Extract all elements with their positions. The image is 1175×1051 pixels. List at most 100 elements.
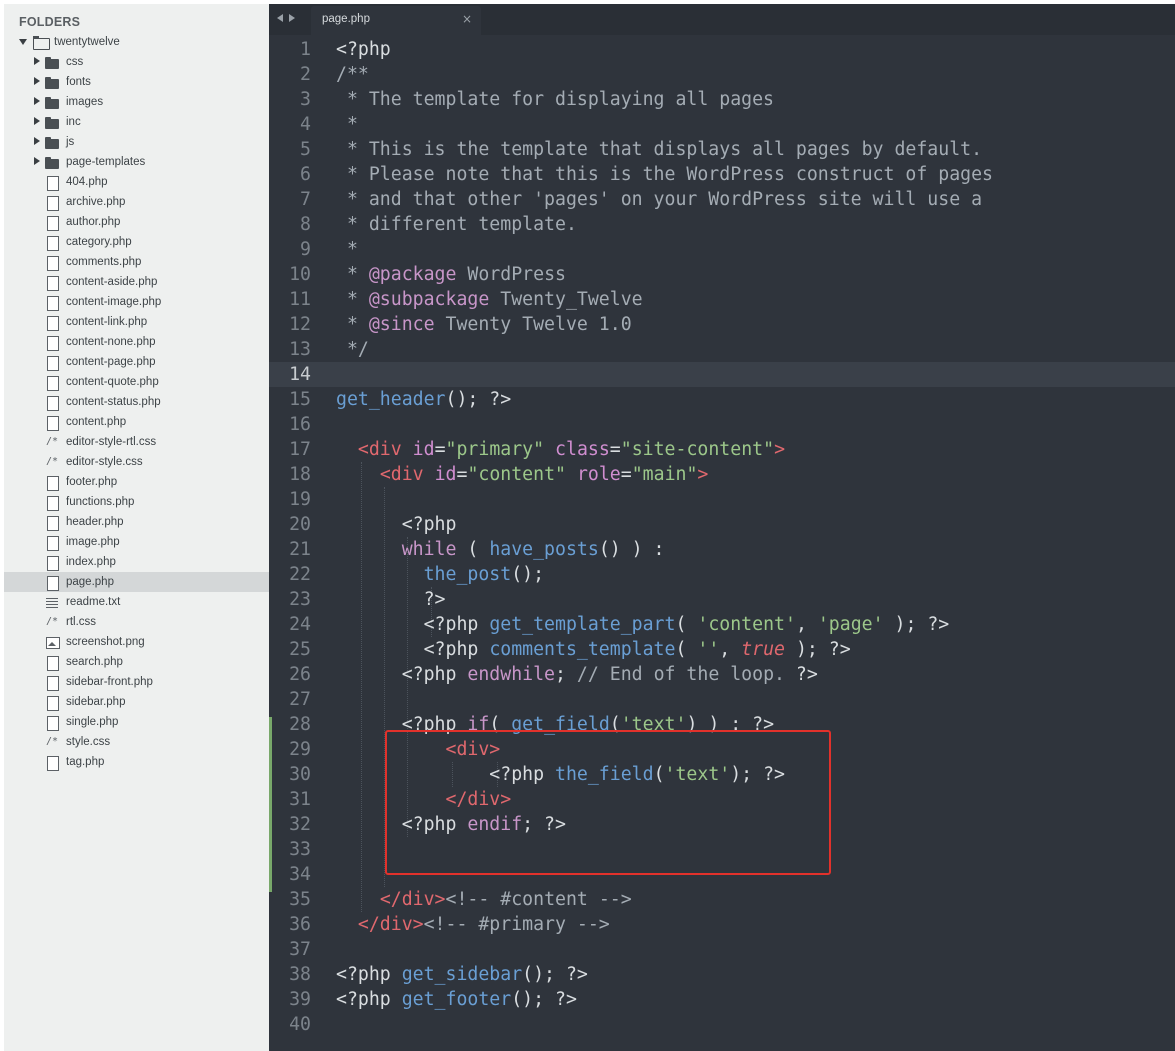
tree-item-comments-php[interactable]: comments.php bbox=[4, 252, 269, 272]
tree-root-label: twentytwelve bbox=[54, 36, 120, 48]
line-number: 5 bbox=[300, 139, 311, 160]
tab-prev-icon[interactable] bbox=[277, 14, 283, 22]
tree-item-category-php[interactable]: category.php bbox=[4, 232, 269, 252]
tree-item-js[interactable]: js bbox=[4, 132, 269, 152]
code-token: // End of the loop. bbox=[576, 664, 785, 685]
line-source: <?php get_sidebar(); ?> bbox=[336, 962, 588, 987]
tree-item-content-aside-php[interactable]: content-aside.php bbox=[4, 272, 269, 292]
line-source: <?php get_footer(); ?> bbox=[336, 987, 577, 1012]
tree-item-404-php[interactable]: 404.php bbox=[4, 172, 269, 192]
chevron-right-icon[interactable] bbox=[32, 52, 42, 72]
line-number: 32 bbox=[289, 814, 311, 835]
line-number: 10 bbox=[289, 264, 311, 285]
code-token: "content" bbox=[467, 464, 566, 485]
tree-item-image-php[interactable]: image.php bbox=[4, 532, 269, 552]
tree-item-footer-php[interactable]: footer.php bbox=[4, 472, 269, 492]
code-token: "main" bbox=[631, 464, 698, 485]
line-source: <?php bbox=[336, 37, 391, 62]
tree-item-archive-php[interactable]: archive.php bbox=[4, 192, 269, 212]
line-number: 24 bbox=[289, 614, 311, 635]
tree-item-content-image-php[interactable]: content-image.php bbox=[4, 292, 269, 312]
file-icon bbox=[45, 752, 61, 772]
tree-item-page-php[interactable]: page.php bbox=[4, 572, 269, 592]
tree-item-fonts[interactable]: fonts bbox=[4, 72, 269, 92]
tab-label: page.php bbox=[322, 13, 370, 25]
tree-item-tag-php[interactable]: tag.php bbox=[4, 752, 269, 772]
tree-item-label: author.php bbox=[66, 216, 121, 228]
chevron-right-icon[interactable] bbox=[32, 132, 42, 152]
tree-item-search-php[interactable]: search.php bbox=[4, 652, 269, 672]
code-token: '' bbox=[697, 639, 720, 660]
line-source: * bbox=[336, 112, 358, 137]
line-number: 35 bbox=[289, 889, 311, 910]
tree-item-functions-php[interactable]: functions.php bbox=[4, 492, 269, 512]
line-number: 28 bbox=[289, 714, 311, 735]
tree-item-css[interactable]: css bbox=[4, 52, 269, 72]
tab-page-php[interactable]: page.php × bbox=[311, 6, 481, 35]
code-token: comments_template bbox=[489, 639, 676, 660]
code-token: @since bbox=[368, 314, 435, 335]
chevron-right-icon[interactable] bbox=[32, 72, 42, 92]
code-token: true bbox=[741, 639, 785, 660]
folder-icon bbox=[45, 52, 61, 72]
line-number: 2 bbox=[300, 64, 311, 85]
line-source: */ bbox=[336, 337, 369, 362]
tree-item-editor-style-rtl-css[interactable]: /* editor-style-rtl.css bbox=[4, 432, 269, 452]
chevron-down-icon[interactable] bbox=[19, 32, 29, 52]
tree-item-content-status-php[interactable]: content-status.php bbox=[4, 392, 269, 412]
line-number: 22 bbox=[289, 564, 311, 585]
code-line: 35 </div><!-- #content --> bbox=[269, 887, 1175, 912]
tree-item-content-page-php[interactable]: content-page.php bbox=[4, 352, 269, 372]
chevron-right-icon[interactable] bbox=[32, 152, 42, 172]
code-line: 8 * different template. bbox=[269, 212, 1175, 237]
tree-item-content-quote-php[interactable]: content-quote.php bbox=[4, 372, 269, 392]
tab-nav-arrows[interactable] bbox=[277, 11, 303, 25]
code-area[interactable]: 1 <?php 2/** 3 * The template for displayin… bbox=[269, 35, 1175, 1051]
tree-item-images[interactable]: images bbox=[4, 92, 269, 112]
file-icon bbox=[45, 532, 61, 552]
line-source: </div><!-- #content --> bbox=[336, 887, 632, 912]
tree-item-sidebar-front-php[interactable]: sidebar-front.php bbox=[4, 672, 269, 692]
line-number: 1 bbox=[300, 39, 311, 60]
chevron-right-icon[interactable] bbox=[32, 112, 42, 132]
tree-item-content-php[interactable]: content.php bbox=[4, 412, 269, 432]
file-icon bbox=[45, 652, 61, 672]
line-number: 17 bbox=[289, 439, 311, 460]
line-source: * This is the template that displays all… bbox=[336, 137, 982, 162]
code-editor[interactable]: page.php × 1 <?php 2/** 3 * The template fo… bbox=[269, 4, 1175, 1051]
tab-next-icon[interactable] bbox=[289, 14, 295, 22]
code-token: <?php bbox=[336, 639, 490, 660]
code-token: = bbox=[456, 464, 468, 485]
code-token: endwhile bbox=[467, 664, 556, 685]
tree-item-inc[interactable]: inc bbox=[4, 112, 269, 132]
folders-heading: FOLDERS bbox=[19, 15, 81, 29]
tree-item-editor-style-css[interactable]: /* editor-style.css bbox=[4, 452, 269, 472]
tree-item-readme-txt[interactable]: readme.txt bbox=[4, 592, 269, 612]
code-token: have_posts bbox=[489, 539, 599, 560]
tree-item-author-php[interactable]: author.php bbox=[4, 212, 269, 232]
line-source: * @subpackage Twenty_Twelve bbox=[336, 287, 643, 312]
tree-item-single-php[interactable]: single.php bbox=[4, 712, 269, 732]
tree-item-header-php[interactable]: header.php bbox=[4, 512, 269, 532]
line-number: 36 bbox=[289, 914, 311, 935]
tree-item-index-php[interactable]: index.php bbox=[4, 552, 269, 572]
tab-close-icon[interactable]: × bbox=[462, 6, 472, 33]
chevron-right-icon[interactable] bbox=[32, 92, 42, 112]
tree-item-rtl-css[interactable]: /* rtl.css bbox=[4, 612, 269, 632]
tree-item-content-none-php[interactable]: content-none.php bbox=[4, 332, 269, 352]
css-file-icon: /* bbox=[46, 616, 59, 627]
tree-item-page-templates[interactable]: page-templates bbox=[4, 152, 269, 172]
line-source: * The template for displaying all pages bbox=[336, 87, 774, 112]
tree-item-sidebar-php[interactable]: sidebar.php bbox=[4, 692, 269, 712]
file-icon bbox=[45, 672, 61, 692]
file-icon bbox=[45, 212, 61, 232]
code-line: 37 bbox=[269, 937, 1175, 962]
tree-item-content-link-php[interactable]: content-link.php bbox=[4, 312, 269, 332]
tree-item-style-css[interactable]: /* style.css bbox=[4, 732, 269, 752]
line-number: 3 bbox=[300, 89, 311, 110]
line-source: <?php endwhile; // End of the loop. ?> bbox=[336, 662, 818, 687]
tree-item-screenshot-png[interactable]: screenshot.png bbox=[4, 632, 269, 652]
tree-root-twentytwelve[interactable]: twentytwelve bbox=[4, 32, 269, 52]
